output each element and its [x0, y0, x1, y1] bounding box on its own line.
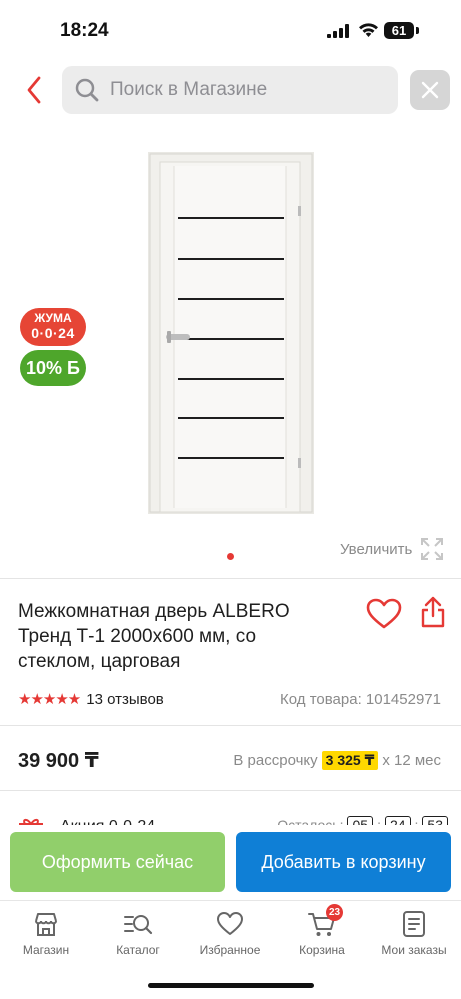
divider [0, 578, 461, 579]
catalog-search-icon [124, 915, 153, 935]
divider [0, 725, 461, 726]
tab-orders[interactable]: Мои заказы [368, 909, 460, 957]
share-icon[interactable] [420, 596, 446, 628]
tab-favorites[interactable]: Избранное [184, 909, 276, 957]
promo-badge-title: ЖУМА [34, 311, 72, 325]
zoom-label: Увеличить [340, 540, 413, 558]
product-price: 39 900 ₸ [18, 750, 99, 772]
tab-catalog[interactable]: Каталог [92, 909, 184, 957]
tab-label-catalog: Каталог [116, 943, 160, 957]
favorite-heart-icon[interactable] [366, 598, 402, 630]
reviews-count: 13 отзывов [86, 690, 164, 708]
cellular-signal-icon [327, 24, 351, 38]
promo-friday-badge: ЖУМА 0·0·24 [20, 308, 86, 346]
clear-search-button[interactable] [410, 70, 450, 110]
action-bar: Оформить сейчас Добавить в корзину [0, 825, 461, 900]
zoom-button[interactable]: Увеличить [340, 537, 444, 561]
promo-badge-digits: 0·0·24 [31, 325, 75, 341]
tab-label-shop: Магазин [22, 943, 70, 957]
divider [0, 790, 461, 791]
tab-label-favorites: Избранное [199, 943, 261, 957]
expand-icon [421, 538, 444, 560]
tab-label-orders: Мои заказы [381, 943, 447, 957]
product-image-door[interactable] [140, 148, 318, 518]
back-button[interactable] [14, 70, 54, 110]
battery-tip [416, 27, 419, 34]
battery-indicator: 61 [384, 22, 414, 39]
orders-icon [403, 911, 425, 937]
status-time: 18:24 [60, 20, 109, 41]
search-icon [75, 78, 99, 102]
wifi-icon [359, 23, 378, 37]
chevron-left-icon [27, 76, 41, 104]
tab-label-cart: Корзина [299, 943, 345, 957]
rating-stars: ★★★★★ [18, 691, 81, 708]
cart-count-badge: 23 [326, 904, 344, 921]
checkout-now-button[interactable]: Оформить сейчас [10, 832, 225, 892]
status-bar: 18:24 61 [0, 0, 461, 60]
home-indicator [148, 983, 314, 988]
installment-suffix: x 12 мес [382, 752, 441, 769]
product-code: Код товара: 101452971 [280, 691, 441, 708]
shop-icon [35, 913, 57, 936]
gallery-page-dot [227, 553, 234, 560]
add-to-cart-button[interactable]: Добавить в корзину [236, 832, 451, 892]
search-input[interactable]: Поиск в Магазине [62, 66, 398, 114]
tab-cart[interactable]: 23 Корзина [276, 904, 368, 957]
search-placeholder: Поиск в Магазине [110, 79, 268, 100]
tab-shop[interactable]: Магазин [0, 909, 92, 957]
installment-prefix: В рассрочку [233, 752, 318, 769]
heart-icon [217, 912, 243, 935]
bonus-badge: 10% Б [20, 350, 86, 386]
rating-row[interactable]: ★★★★★ 13 отзывов [18, 690, 164, 709]
installment-info[interactable]: В рассрочку 3 325 ₸ x 12 мес [233, 751, 441, 770]
installment-amount: 3 325 ₸ [321, 751, 379, 770]
close-icon [421, 81, 439, 99]
product-title: Межкомнатная дверь ALBERO Тренд Т-1 2000… [18, 601, 290, 672]
